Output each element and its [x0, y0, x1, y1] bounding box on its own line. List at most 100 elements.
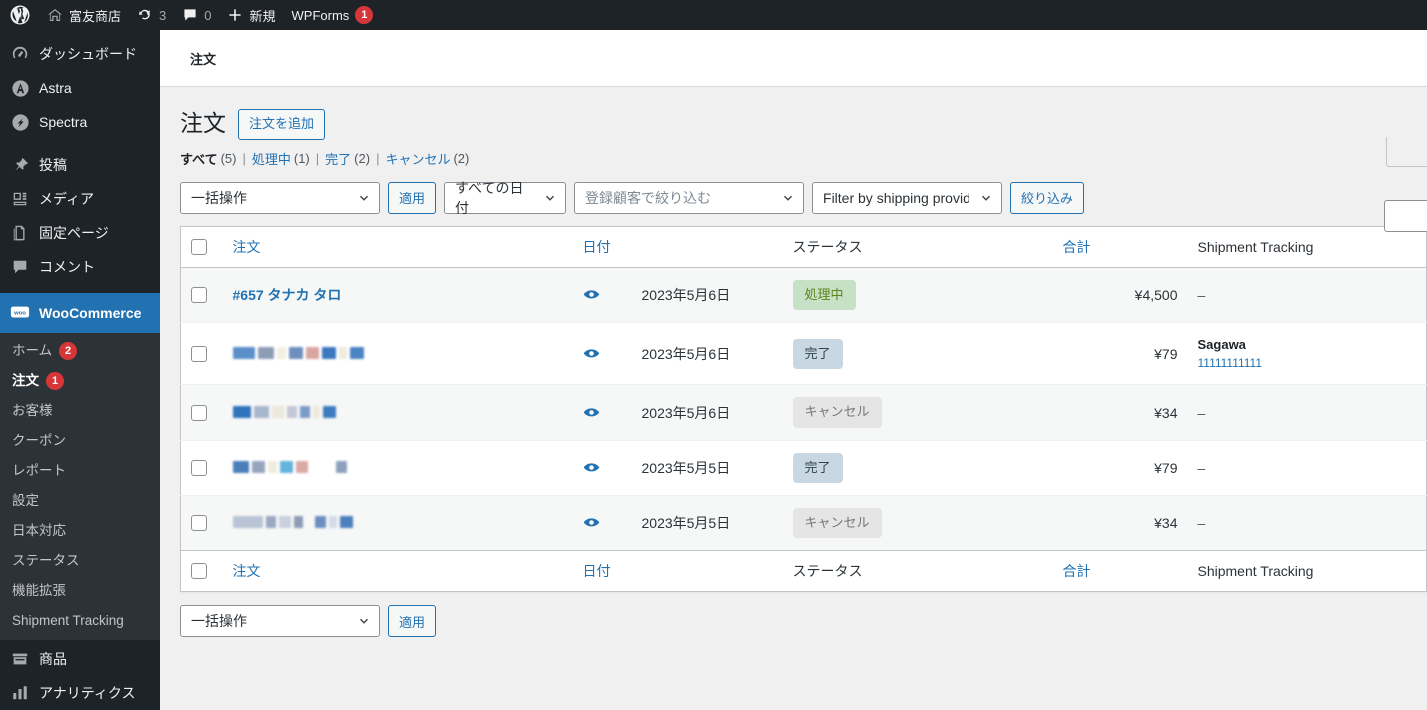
order-link[interactable]: #657 タナカ タロ [233, 287, 342, 303]
tracking-cell: – [1187, 266, 1427, 323]
tracking-number-link[interactable]: 11111111111 [1198, 354, 1417, 372]
sidebar-subitem-label: ステータス [12, 553, 80, 568]
sidebar-subitem-coupons[interactable]: クーポン [0, 426, 160, 456]
shipping-provider-filter-select[interactable]: Filter by shipping provider [812, 181, 1003, 214]
select-all-checkbox-footer[interactable] [191, 563, 207, 580]
table-row[interactable]: 2023年5月5日 キャンセル ¥34 – [180, 494, 1427, 551]
sidebar-item-products[interactable]: 商品 [0, 642, 160, 676]
tracking-cell: Sagawa 11111111111 [1187, 321, 1427, 385]
sidebar-subitem-label: ホーム [12, 343, 53, 358]
comments-count: 0 [204, 7, 212, 23]
apply-button-bottom[interactable]: 適用 [388, 605, 437, 638]
redacted-order-name[interactable] [232, 405, 336, 418]
sidebar-subitem-orders[interactable]: 注文 1 [0, 366, 160, 396]
updates-button[interactable]: 3 [129, 0, 174, 30]
status-filter-processing[interactable]: 処理中 (1) | [252, 149, 325, 168]
date-column-sort-link-footer[interactable]: 日付 [583, 563, 611, 579]
site-name-button[interactable]: 富友商店 [39, 0, 129, 30]
order-cell [222, 384, 573, 441]
comments-button[interactable]: 0 [174, 0, 219, 30]
status-filter-cancelled-count: (2) [453, 150, 470, 166]
sidebar-item-analytics[interactable]: アナリティクス [0, 676, 160, 710]
order-cell [222, 321, 573, 385]
status-filter-all[interactable]: すべて (5) | [180, 149, 252, 168]
sidebar-subitem-customers[interactable]: お客様 [0, 396, 160, 426]
sidebar-item-pages[interactable]: 固定ページ [0, 216, 160, 250]
tracking-cell: – [1187, 439, 1427, 496]
sidebar-subitem-extensions[interactable]: 機能拡張 [0, 576, 160, 606]
date-filter-select[interactable]: すべての日付 [444, 180, 567, 216]
sidebar-subitem-status[interactable]: ステータス [0, 546, 160, 576]
order-column-sort-link-footer[interactable]: 注文 [233, 563, 261, 579]
bulk-action-select-top[interactable]: 一括操作 [180, 181, 380, 214]
sidebar-subitem-home[interactable]: ホーム 2 [0, 336, 160, 366]
status-filter-cancelled-link[interactable]: キャンセル [385, 149, 450, 168]
status-filter-processing-link[interactable]: 処理中 [252, 149, 291, 168]
customer-filter-select[interactable]: 登録顧客で絞り込む [574, 181, 805, 214]
wordpress-logo-button[interactable] [0, 0, 39, 30]
eye-preview-icon[interactable] [583, 462, 600, 473]
order-cell [222, 439, 573, 496]
total-cell: ¥34 [1052, 384, 1188, 441]
redacted-order-name[interactable] [232, 460, 347, 473]
filter-submit-button[interactable]: 絞り込み [1010, 181, 1085, 214]
total-column-sort-link-footer[interactable]: 合計 [1063, 563, 1091, 579]
apply-button-top[interactable]: 適用 [388, 181, 437, 214]
search-input-partial[interactable] [1384, 200, 1427, 232]
screen-options-tab-partial[interactable] [1386, 137, 1427, 167]
row-checkbox[interactable] [191, 404, 207, 421]
row-select-cell [180, 266, 223, 323]
wordpress-logo-icon [10, 5, 30, 25]
sidebar-subitem-settings[interactable]: 設定 [0, 486, 160, 516]
status-filter-completed[interactable]: 完了 (2) | [325, 149, 385, 168]
sidebar-item-astra[interactable]: Astra [0, 71, 160, 105]
table-row[interactable]: 2023年5月5日 完了 ¥79 – [180, 439, 1427, 496]
select-all-checkbox[interactable] [191, 238, 207, 255]
wpforms-button[interactable]: WPForms 1 [284, 0, 382, 30]
date-cell: 2023年5月6日 [572, 266, 783, 323]
add-order-button[interactable]: 注文を追加 [238, 109, 326, 140]
svg-text:woo: woo [13, 310, 26, 316]
eye-preview-icon[interactable] [583, 348, 600, 359]
order-date: 2023年5月5日 [641, 514, 731, 531]
bulk-action-value-bottom: 一括操作 [191, 613, 247, 630]
row-checkbox[interactable] [191, 345, 207, 362]
sidebar-item-media[interactable]: メディア [0, 182, 160, 216]
sidebar-item-dashboard[interactable]: ダッシュボード [0, 37, 160, 71]
redacted-order-name[interactable] [232, 515, 353, 528]
sidebar-subitem-japanized[interactable]: 日本対応 [0, 516, 160, 546]
status-cell: 完了 [782, 321, 1053, 385]
table-row[interactable]: 2023年5月6日 キャンセル ¥34 – [180, 384, 1427, 441]
total-cell: ¥79 [1052, 321, 1188, 385]
new-content-label: 新規 [249, 8, 276, 24]
redacted-order-name[interactable] [232, 346, 364, 359]
bulk-action-select-bottom[interactable]: 一括操作 [180, 605, 380, 638]
sidebar-subitem-label: クーポン [12, 433, 66, 448]
order-column-sort-link[interactable]: 注文 [233, 239, 261, 255]
row-checkbox[interactable] [191, 459, 207, 476]
sidebar-subitem-reports[interactable]: レポート [0, 456, 160, 486]
eye-preview-icon[interactable] [583, 289, 600, 300]
row-checkbox[interactable] [191, 286, 207, 303]
date-column-sort-link[interactable]: 日付 [583, 239, 611, 255]
status-filter-all-link[interactable]: すべて [180, 149, 218, 168]
new-content-button[interactable]: 新規 [219, 0, 283, 30]
sidebar-item-spectra[interactable]: Spectra [0, 105, 160, 139]
sidebar-item-label: 固定ページ [39, 225, 109, 241]
sidebar-item-woocommerce[interactable]: woo WooCommerce [0, 293, 160, 333]
status-filter-cancelled[interactable]: キャンセル (2) [385, 149, 469, 168]
table-row[interactable]: #657 タナカ タロ 2023年5月6日 処理中 ¥4,500 – [180, 266, 1427, 323]
tracking-cell: – [1187, 494, 1427, 551]
sidebar-subitem-shipment-tracking[interactable]: Shipment Tracking [0, 606, 160, 636]
sidebar-item-comments[interactable]: コメント [0, 250, 160, 284]
sidebar-item-label: Spectra [39, 114, 88, 130]
table-row[interactable]: 2023年5月6日 完了 ¥79 Sagawa 11111111111 [180, 321, 1427, 385]
row-checkbox[interactable] [191, 514, 207, 531]
status-filter-completed-link[interactable]: 完了 [325, 149, 351, 168]
total-column-sort-link[interactable]: 合計 [1063, 239, 1091, 255]
sidebar-item-posts[interactable]: 投稿 [0, 148, 160, 182]
total-column-footer: 合計 [1052, 550, 1188, 592]
date-cell: 2023年5月6日 [572, 321, 783, 385]
eye-preview-icon[interactable] [583, 407, 600, 418]
eye-preview-icon[interactable] [583, 517, 600, 528]
